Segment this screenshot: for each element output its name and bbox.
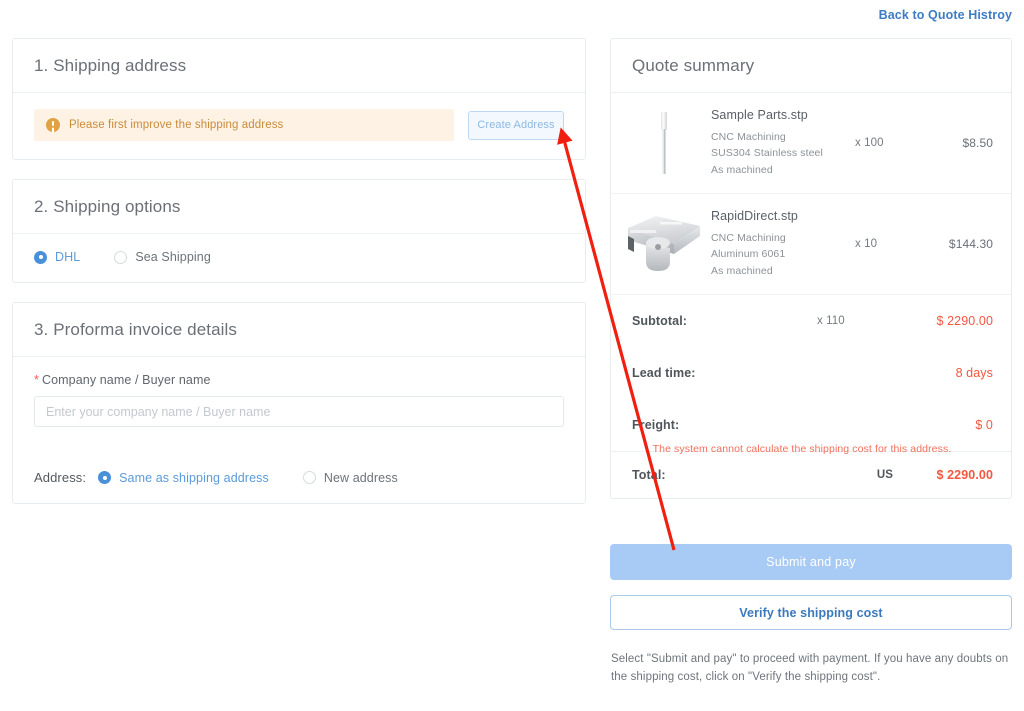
quote-item-info: RapidDirect.stp CNC Machining Aluminum 6… — [703, 209, 855, 280]
quote-item-name: Sample Parts.stp — [711, 107, 808, 122]
required-asterisk: * — [34, 373, 39, 387]
quote-item-info: Sample Parts.stp CNC Machining SUS304 St… — [703, 108, 855, 179]
exclamation-circle-icon — [46, 118, 60, 132]
quote-item-price: $8.50 — [962, 136, 993, 150]
right-column: Quote summary Sample Parts.stp CNC Machi… — [610, 38, 1012, 686]
quote-item-name: RapidDirect.stp — [711, 208, 798, 223]
machined-housing-part-image — [625, 208, 703, 280]
checkout-help-text: Select "Submit and pay" to proceed with … — [611, 653, 1009, 683]
shipping-address-body: Please first improve the shipping addres… — [13, 93, 585, 159]
total-label: Total: — [632, 468, 666, 482]
freight-row: Freight: $ 0 The system cannot calculate… — [611, 399, 1011, 455]
subtotal-label: Subtotal: — [632, 314, 688, 328]
subtotal-value: $ 2290.00 — [936, 314, 993, 328]
left-column: 1. Shipping address Please first improve… — [12, 38, 586, 523]
lead-time-value: 8 days — [955, 366, 993, 380]
proforma-invoice-card: 3. Proforma invoice details * Company nam… — [12, 302, 586, 504]
quote-item-row: RapidDirect.stp CNC Machining Aluminum 6… — [611, 194, 1011, 295]
quote-item-row: Sample Parts.stp CNC Machining SUS304 St… — [611, 93, 1011, 194]
freight-label: Freight: — [632, 418, 680, 432]
quote-item-process: CNC Machining — [711, 130, 786, 143]
lead-time-label: Lead time: — [632, 366, 696, 380]
invoice-address-new-label: New address — [323, 470, 398, 485]
shipping-options-card: 2. Shipping options DHL Sea Shipping — [12, 179, 586, 283]
quote-item-price: $144.30 — [948, 237, 993, 251]
shipping-options-body: DHL Sea Shipping — [13, 234, 585, 282]
proforma-invoice-title: 3. Proforma invoice details — [13, 303, 585, 357]
verify-shipping-cost-button[interactable]: Verify the shipping cost — [610, 595, 1012, 630]
thin-rod-part-image — [625, 107, 703, 179]
shipping-option-sea-shipping[interactable]: Sea Shipping — [114, 250, 211, 264]
company-name-label-text: Company name / Buyer name — [41, 373, 211, 387]
create-address-button[interactable]: Create Address — [468, 110, 564, 140]
invoice-address-same[interactable]: Same as shipping address — [98, 471, 269, 485]
quote-item-quantity: x 100 — [855, 137, 884, 149]
invoice-address-row: Address: Same as shipping address New ad… — [34, 470, 564, 485]
invoice-address-caption: Address: — [34, 470, 87, 485]
quote-item-material: Aluminum 6061 — [711, 248, 786, 261]
total-currency: US — [876, 469, 893, 481]
quote-item-quantity: x 10 — [855, 238, 878, 250]
quote-item-process: CNC Machining — [711, 231, 786, 244]
shipping-address-title: 1. Shipping address — [13, 39, 585, 93]
shipping-address-warning-banner: Please first improve the shipping addres… — [34, 109, 454, 141]
subtotal-row: Subtotal: x 110 $ 2290.00 — [611, 295, 1011, 347]
shipping-option-sea-shipping-label: Sea Shipping — [135, 250, 211, 264]
quote-item-finish: As machined — [711, 264, 773, 277]
submit-and-pay-button[interactable]: Submit and pay — [610, 544, 1012, 580]
shipping-address-card: 1. Shipping address Please first improve… — [12, 38, 586, 160]
shipping-options-title: 2. Shipping options — [13, 180, 585, 234]
shipping-option-dhl[interactable]: DHL — [34, 250, 80, 264]
proforma-invoice-body: *Company name / Buyer name Address: Same… — [13, 357, 585, 503]
radio-selected-icon[interactable] — [34, 250, 47, 264]
total-value: $ 2290.00 — [936, 468, 993, 482]
radio-selected-icon[interactable] — [98, 471, 112, 484]
invoice-address-new[interactable]: New address — [302, 470, 398, 485]
radio-unselected-icon[interactable] — [114, 250, 128, 264]
back-to-quote-history-link[interactable]: Back to Quote Histroy — [879, 8, 1012, 22]
shipping-option-dhl-label: DHL — [55, 250, 81, 264]
quote-item-finish: As machined — [711, 163, 773, 176]
invoice-address-same-label: Same as shipping address — [119, 470, 269, 485]
quote-summary-title: Quote summary — [611, 39, 1011, 93]
quote-item-material: SUS304 Stainless steel — [711, 147, 823, 160]
checkout-page: Back to Quote Histroy 1. Shipping addres… — [0, 0, 1024, 711]
company-name-label: * Company name / Buyer name — [34, 373, 564, 387]
shipping-address-warning-row: Please first improve the shipping addres… — [34, 109, 564, 141]
subtotal-quantity: x 110 — [817, 315, 845, 327]
total-row: Total: US $ 2290.00 — [611, 452, 1011, 498]
shipping-options-radio-group: DHL Sea Shipping — [34, 250, 564, 264]
quote-summary-card: Quote summary Sample Parts.stp CNC Machi… — [610, 38, 1012, 499]
freight-value: $ 0 — [975, 418, 993, 432]
radio-unselected-icon[interactable] — [302, 471, 316, 484]
company-name-input[interactable] — [34, 396, 564, 427]
warning-message: Please first improve the shipping addres… — [69, 119, 284, 131]
lead-time-row: Lead time: 8 days — [611, 347, 1011, 399]
